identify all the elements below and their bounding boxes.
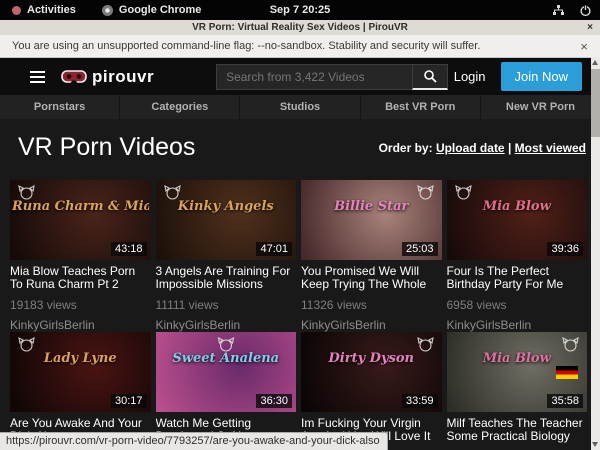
studio-cat-logo-icon — [164, 185, 181, 200]
browser-title-bar: VR Porn: Virtual Reality Sex Videos | Pi… — [0, 20, 600, 35]
video-title-link[interactable]: Four Is The Perfect Birthday Party For M… — [447, 265, 588, 291]
status-url-tooltip: https://pirouvr.com/vr-porn-video/779325… — [0, 432, 388, 450]
thumbnail-overlay-text: Kinky Angels — [158, 199, 295, 214]
video-card[interactable]: Mia Blow 35:58 Milf Teaches The Teacher … — [447, 332, 588, 450]
nav-item-pornstars[interactable]: Pornstars — [0, 95, 119, 119]
video-title-link[interactable]: Mia Blow Teaches Porn To Runa Charm Pt 2 — [10, 265, 151, 291]
video-duration-badge: 25:03 — [402, 242, 438, 256]
video-title-link[interactable]: 3 Angels Are Training For Impossible Mis… — [156, 265, 297, 291]
video-thumbnail[interactable]: Sweet Analena 36:30 — [156, 332, 297, 412]
video-duration-badge: 33:59 — [402, 394, 438, 408]
tab-title: VR Porn: Virtual Reality Sex Videos | Pi… — [192, 22, 408, 33]
clock[interactable]: Sep 7 20:25 — [0, 4, 600, 16]
video-studio-link[interactable]: KinkyGirlsBerlin — [301, 318, 442, 332]
nav-item-categories[interactable]: Categories — [119, 95, 239, 119]
site-logo[interactable]: pirouvr — [61, 67, 154, 87]
video-views: 11326 views — [301, 298, 442, 312]
scroll-up-arrow-icon[interactable] — [592, 60, 598, 65]
studio-cat-logo-icon — [18, 337, 35, 352]
infobar-message: You are using an unsupported command-lin… — [12, 40, 480, 52]
thumbnail-overlay-text: Billie Star — [303, 199, 440, 214]
site-header: pirouvr Login Join Now — [0, 58, 600, 95]
thumbnail-overlay-text: Runa Charm & Mia Blow — [12, 199, 149, 214]
video-views: 6958 views — [447, 298, 588, 312]
video-duration-badge: 30:17 — [111, 394, 147, 408]
chrome-infobar: You are using an unsupported command-lin… — [0, 35, 600, 58]
vr-headset-icon — [61, 69, 87, 85]
video-thumbnail[interactable]: Runa Charm & Mia Blow 43:18 — [10, 180, 151, 260]
power-icon[interactable] — [579, 4, 592, 17]
search-button[interactable] — [412, 64, 448, 90]
search-input[interactable] — [216, 64, 412, 90]
video-duration-badge: 39:36 — [547, 242, 583, 256]
join-now-button[interactable]: Join Now — [501, 62, 582, 91]
video-grid: Runa Charm & Mia Blow 43:18 Mia Blow Tea… — [0, 180, 600, 450]
order-by-upload-date-link[interactable]: Upload date — [436, 141, 505, 155]
video-title-link[interactable]: You Promised We Will Keep Trying The Who… — [301, 265, 442, 291]
hamburger-menu-icon[interactable] — [30, 71, 45, 83]
browser-scrollbar[interactable] — [591, 57, 600, 450]
video-card[interactable]: Billie Star 25:03 You Promised We Will K… — [301, 180, 442, 332]
video-title-link[interactable]: Milf Teaches The Teacher Some Practical … — [447, 417, 588, 443]
scrollbar-thumb[interactable] — [591, 69, 600, 137]
video-thumbnail[interactable]: Billie Star 25:03 — [301, 180, 442, 260]
nav-item-best-vr[interactable]: Best VR Porn — [360, 95, 480, 119]
video-thumbnail[interactable]: Mia Blow 35:58 — [447, 332, 588, 412]
search-bar — [216, 64, 448, 90]
network-icon[interactable] — [552, 4, 565, 17]
site-nav: Pornstars Categories Studios Best VR Por… — [0, 95, 600, 119]
tab-close-icon[interactable]: × — [587, 20, 593, 35]
page-heading: VR Porn Videos Order by: Upload date | M… — [0, 119, 600, 162]
video-studio-link[interactable]: KinkyGirlsBerlin — [156, 318, 297, 332]
video-thumbnail[interactable]: Lady Lyne 30:17 — [10, 332, 151, 412]
infobar-close-icon[interactable]: × — [580, 39, 588, 54]
video-studio-link[interactable]: KinkyGirlsBerlin — [447, 318, 588, 332]
video-card[interactable]: Runa Charm & Mia Blow 43:18 Mia Blow Tea… — [10, 180, 151, 332]
thumbnail-overlay-text: Sweet Analena — [158, 351, 295, 366]
video-duration-badge: 36:30 — [256, 394, 292, 408]
video-card[interactable]: Kinky Angels 47:01 3 Angels Are Training… — [156, 180, 297, 332]
thumbnail-overlay-text: Mia Blow — [449, 351, 586, 366]
login-link[interactable]: Login — [454, 69, 486, 84]
video-views: 11111 views — [156, 298, 297, 312]
thumbnail-overlay-text: Dirty Dyson — [303, 351, 440, 366]
video-thumbnail[interactable]: Mia Blow 39:36 — [447, 180, 588, 260]
video-studio-link[interactable]: KinkyGirlsBerlin — [10, 318, 151, 332]
order-by: Order by: Upload date | Most viewed — [379, 141, 586, 155]
page-title: VR Porn Videos — [18, 133, 195, 162]
search-icon — [423, 69, 437, 83]
studio-cat-logo-icon — [417, 185, 434, 200]
video-thumbnail[interactable]: Dirty Dyson 33:59 — [301, 332, 442, 412]
page-content: pirouvr Login Join Now Pornstars Categor… — [0, 58, 600, 450]
order-by-separator: | — [505, 141, 515, 155]
order-by-most-viewed-link[interactable]: Most viewed — [515, 141, 586, 155]
video-duration-badge: 47:01 — [256, 242, 292, 256]
video-card[interactable]: Mia Blow 39:36 Four Is The Perfect Birth… — [447, 180, 588, 332]
thumbnail-overlay-text: Mia Blow — [449, 199, 586, 214]
studio-cat-logo-icon — [18, 185, 35, 200]
studio-cat-logo-icon — [217, 337, 234, 352]
german-flag-icon — [556, 366, 578, 379]
nav-item-studios[interactable]: Studios — [239, 95, 359, 119]
studio-cat-logo-icon — [417, 337, 434, 352]
order-by-label: Order by: — [379, 141, 433, 155]
studio-cat-logo-icon — [455, 185, 472, 200]
logo-text: pirouvr — [92, 67, 154, 87]
studio-cat-logo-icon — [562, 337, 579, 352]
video-views: 19183 views — [10, 298, 151, 312]
gnome-top-bar: Activities Google Chrome Sep 7 20:25 — [0, 0, 600, 20]
scroll-down-arrow-icon[interactable] — [592, 442, 598, 447]
video-thumbnail[interactable]: Kinky Angels 47:01 — [156, 180, 297, 260]
video-duration-badge: 35:58 — [547, 394, 583, 408]
video-duration-badge: 43:18 — [111, 242, 147, 256]
nav-item-new-vr[interactable]: New VR Porn — [480, 95, 600, 119]
thumbnail-overlay-text: Lady Lyne — [12, 351, 149, 366]
